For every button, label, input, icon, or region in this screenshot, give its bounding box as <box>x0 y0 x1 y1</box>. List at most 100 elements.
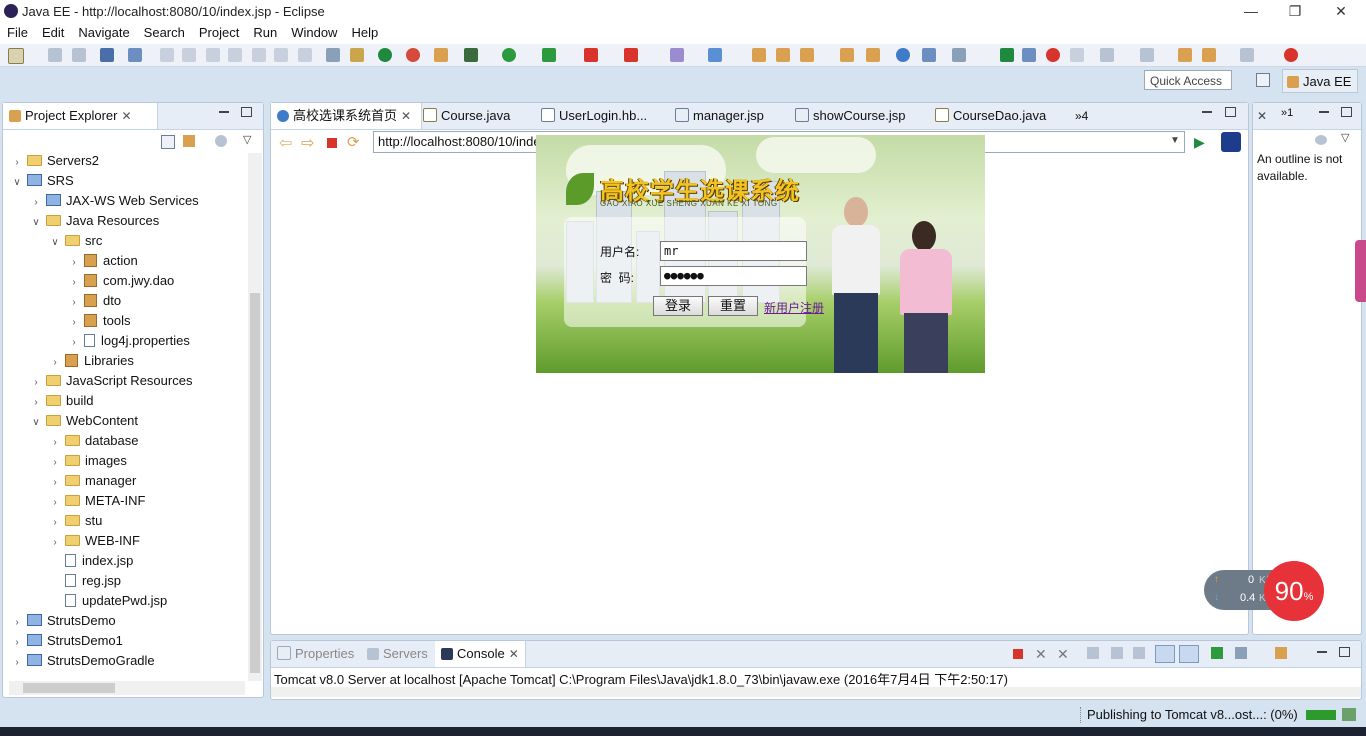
back-arrow-icon[interactable]: ⇦ <box>279 133 292 153</box>
tree-item[interactable]: reg.jsp <box>49 571 121 591</box>
chevron-right-icon[interactable]: › <box>30 393 42 413</box>
close-tab-icon[interactable]: ✕ <box>401 109 411 123</box>
tree-horizontal-scrollbar[interactable] <box>9 681 245 695</box>
open-resource-icon[interactable] <box>776 48 790 62</box>
restore-icon[interactable]: ✕ <box>1257 109 1267 123</box>
stop-icon[interactable] <box>584 48 598 62</box>
url-dropdown-icon[interactable]: ▼ <box>1170 135 1180 146</box>
register-link[interactable]: 新用户注册 <box>764 299 824 316</box>
tree-item[interactable]: › StrutsDemo <box>11 611 115 631</box>
username-input[interactable]: mr <box>660 241 807 261</box>
tree-item[interactable]: › StrutsDemo1 <box>11 631 123 651</box>
resume-debug-icon[interactable] <box>1000 48 1014 62</box>
toggle-format-icon[interactable] <box>326 48 340 62</box>
hand-icon[interactable] <box>1070 48 1084 62</box>
tree-scroll-thumb[interactable] <box>250 293 260 673</box>
chevron-right-icon[interactable]: › <box>11 153 23 173</box>
close-window-button[interactable]: ✕ <box>1318 0 1364 24</box>
open-console-icon[interactable] <box>1275 647 1287 659</box>
password-input[interactable]: ●●●●●● <box>660 266 807 286</box>
tree-item[interactable]: › tools <box>68 311 130 331</box>
menu-project[interactable]: Project <box>192 24 246 42</box>
globe-icon[interactable] <box>896 48 910 62</box>
tree-item[interactable]: › com.jwy.dao <box>68 271 174 291</box>
eclipse-browser-icon[interactable] <box>1221 132 1241 152</box>
clear-console-icon[interactable] <box>1087 647 1099 659</box>
tab-project-explorer[interactable]: Project Explorer ✕ <box>3 103 158 129</box>
chevron-right-icon[interactable]: › <box>30 193 42 213</box>
tab-console[interactable]: Console ✕ <box>435 641 526 667</box>
side-handle[interactable] <box>1355 240 1366 302</box>
last-edit-icon[interactable] <box>1178 48 1192 62</box>
chevron-down-icon[interactable]: ∨ <box>11 173 23 193</box>
minimize-button[interactable]: — <box>1228 0 1274 24</box>
outline-filter-icon[interactable] <box>1315 135 1327 145</box>
scroll-lock-icon[interactable] <box>1111 647 1123 659</box>
chevron-right-icon[interactable]: › <box>68 273 80 293</box>
minimize-outline-icon[interactable] <box>1319 111 1329 113</box>
java-ee-perspective-button[interactable]: Java EE <box>1282 69 1358 93</box>
reset-button[interactable]: 重置 <box>708 296 758 316</box>
console-scrollbar[interactable] <box>271 687 1361 697</box>
chevron-down-icon[interactable]: ∨ <box>30 413 42 433</box>
tree-vertical-scrollbar[interactable] <box>248 153 262 681</box>
menu-file[interactable]: File <box>0 24 35 42</box>
login-button[interactable]: 登录 <box>653 296 703 316</box>
view-menu-icon[interactable]: ▽ <box>243 133 251 146</box>
step-over-icon[interactable] <box>274 48 288 62</box>
tree-item[interactable]: › META-INF <box>49 491 145 511</box>
tab-coursedao-java[interactable]: CourseDao.java <box>933 103 1046 129</box>
back-icon[interactable] <box>1202 48 1216 62</box>
progress-view-icon[interactable] <box>1342 708 1356 721</box>
forward-icon[interactable] <box>1240 48 1254 62</box>
chevron-right-icon[interactable]: › <box>49 433 61 453</box>
search-icon[interactable] <box>922 48 936 62</box>
tree-item[interactable]: › log4j.properties <box>68 331 190 351</box>
tree-item[interactable]: ∨ Java Resources <box>30 211 159 231</box>
resume-icon[interactable] <box>160 48 174 62</box>
tree-item[interactable]: › Libraries <box>49 351 134 371</box>
maximize-editor-icon[interactable] <box>1225 107 1236 117</box>
new-class-icon[interactable] <box>708 48 722 62</box>
chevron-right-icon[interactable]: › <box>68 253 80 273</box>
show-on-output-icon[interactable] <box>1155 645 1175 663</box>
tab-manager-jsp[interactable]: manager.jsp <box>673 103 764 129</box>
tab-overflow[interactable]: »4 <box>1075 103 1088 129</box>
go-icon[interactable]: ▶ <box>1194 134 1205 151</box>
new-java-project-icon[interactable] <box>670 48 684 62</box>
suspend-icon[interactable] <box>182 48 196 62</box>
annotation-icon[interactable] <box>952 48 966 62</box>
maximize-view-icon[interactable] <box>241 107 252 117</box>
collapse-all-icon[interactable] <box>161 135 175 149</box>
menu-run[interactable]: Run <box>246 24 284 42</box>
restore-button[interactable]: ❐ <box>1272 0 1318 24</box>
menu-search[interactable]: Search <box>137 24 192 42</box>
chevron-right-icon[interactable]: › <box>68 333 80 353</box>
terminate-icon[interactable] <box>206 48 220 62</box>
minimize-view-icon[interactable] <box>219 111 229 113</box>
tools-icon[interactable] <box>406 48 420 62</box>
tree-item[interactable]: › JavaScript Resources <box>30 371 192 391</box>
chevron-right-icon[interactable]: › <box>49 473 61 493</box>
chevron-right-icon[interactable]: › <box>49 513 61 533</box>
chevron-right-icon[interactable]: › <box>49 533 61 553</box>
tab-showcourse-jsp[interactable]: showCourse.jsp <box>793 103 906 129</box>
open-type-icon[interactable] <box>434 48 448 62</box>
remove-all-icon[interactable]: ✕ <box>1057 646 1069 663</box>
chart-icon[interactable] <box>866 48 880 62</box>
tree-item[interactable]: › database <box>49 431 138 453</box>
close-console-icon[interactable]: ✕ <box>509 647 519 661</box>
start-server-icon[interactable] <box>378 48 392 62</box>
skip-breakpoints-icon[interactable] <box>128 48 142 62</box>
save-icon[interactable] <box>48 48 62 62</box>
tree-item[interactable]: › action <box>68 251 137 273</box>
maximize-console-icon[interactable] <box>1339 647 1350 657</box>
remove-launch-icon[interactable]: ✕ <box>1035 646 1047 663</box>
tree-item[interactable]: › WEB-INF <box>49 531 140 551</box>
tree-item[interactable]: › images <box>49 451 127 471</box>
terminal-icon[interactable] <box>100 48 114 62</box>
tab-properties[interactable]: Properties <box>277 641 354 667</box>
tree-item[interactable]: › Servers2 <box>11 151 99 171</box>
menu-help[interactable]: Help <box>344 24 385 42</box>
tab-userlogin-hbm[interactable]: UserLogin.hb... <box>539 103 647 129</box>
